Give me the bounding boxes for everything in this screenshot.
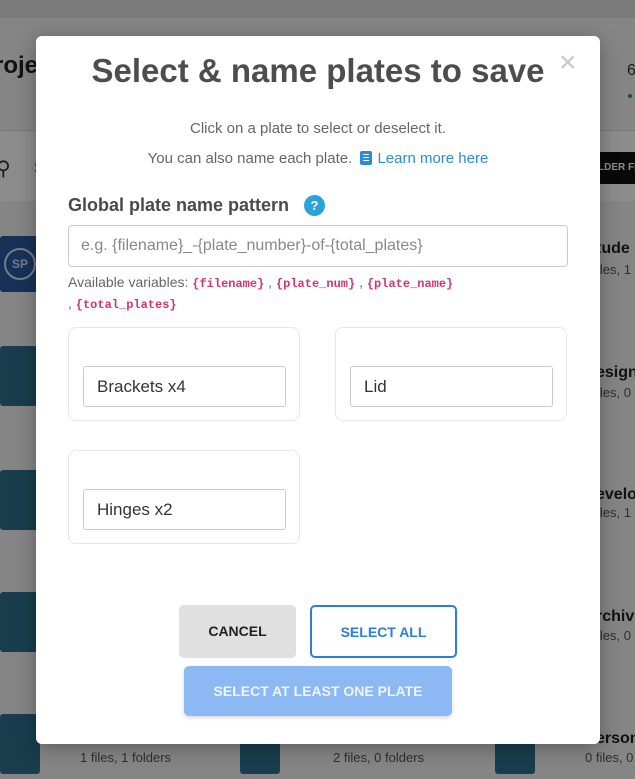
- separator: ,: [359, 274, 363, 290]
- learn-more-link[interactable]: Learn more here: [377, 150, 488, 167]
- help-icon[interactable]: ?: [304, 195, 325, 216]
- plate-name-input[interactable]: [83, 489, 286, 530]
- plate-card[interactable]: [68, 450, 300, 544]
- plate-name-input[interactable]: [83, 366, 286, 407]
- separator: ,: [68, 295, 72, 311]
- plate-card[interactable]: [68, 327, 300, 421]
- available-variables: Available variables: {filename} , {plate…: [68, 273, 568, 315]
- plate-card[interactable]: [335, 327, 567, 421]
- variable-plate-num: {plate_num}: [275, 277, 356, 291]
- dialog-instructions: Click on a plate to select or deselect i…: [190, 120, 446, 137]
- pattern-input[interactable]: [68, 225, 568, 267]
- select-all-button[interactable]: SELECT ALL: [310, 605, 457, 658]
- plate-name-input[interactable]: [350, 366, 553, 407]
- separator: ,: [268, 274, 273, 290]
- hint-text: You can also name each plate.: [147, 150, 353, 167]
- variable-filename: {filename}: [192, 277, 265, 291]
- variable-total-plates: {total_plates}: [75, 298, 177, 312]
- save-plates-dialog: Select & name plates to save × Click on …: [36, 36, 600, 744]
- save-plates-button[interactable]: SELECT AT LEAST ONE PLATE: [184, 666, 452, 716]
- pattern-label: Global plate name pattern: [68, 195, 290, 215]
- cancel-button[interactable]: CANCEL: [179, 605, 296, 658]
- dialog-hint: You can also name each plate. Learn more…: [36, 150, 600, 167]
- close-icon[interactable]: ×: [559, 48, 577, 78]
- variable-plate-name: {plate_name}: [366, 277, 454, 291]
- dialog-title: Select & name plates to save: [91, 52, 545, 89]
- book-icon: [360, 151, 373, 165]
- variables-label: Available variables:: [68, 274, 189, 290]
